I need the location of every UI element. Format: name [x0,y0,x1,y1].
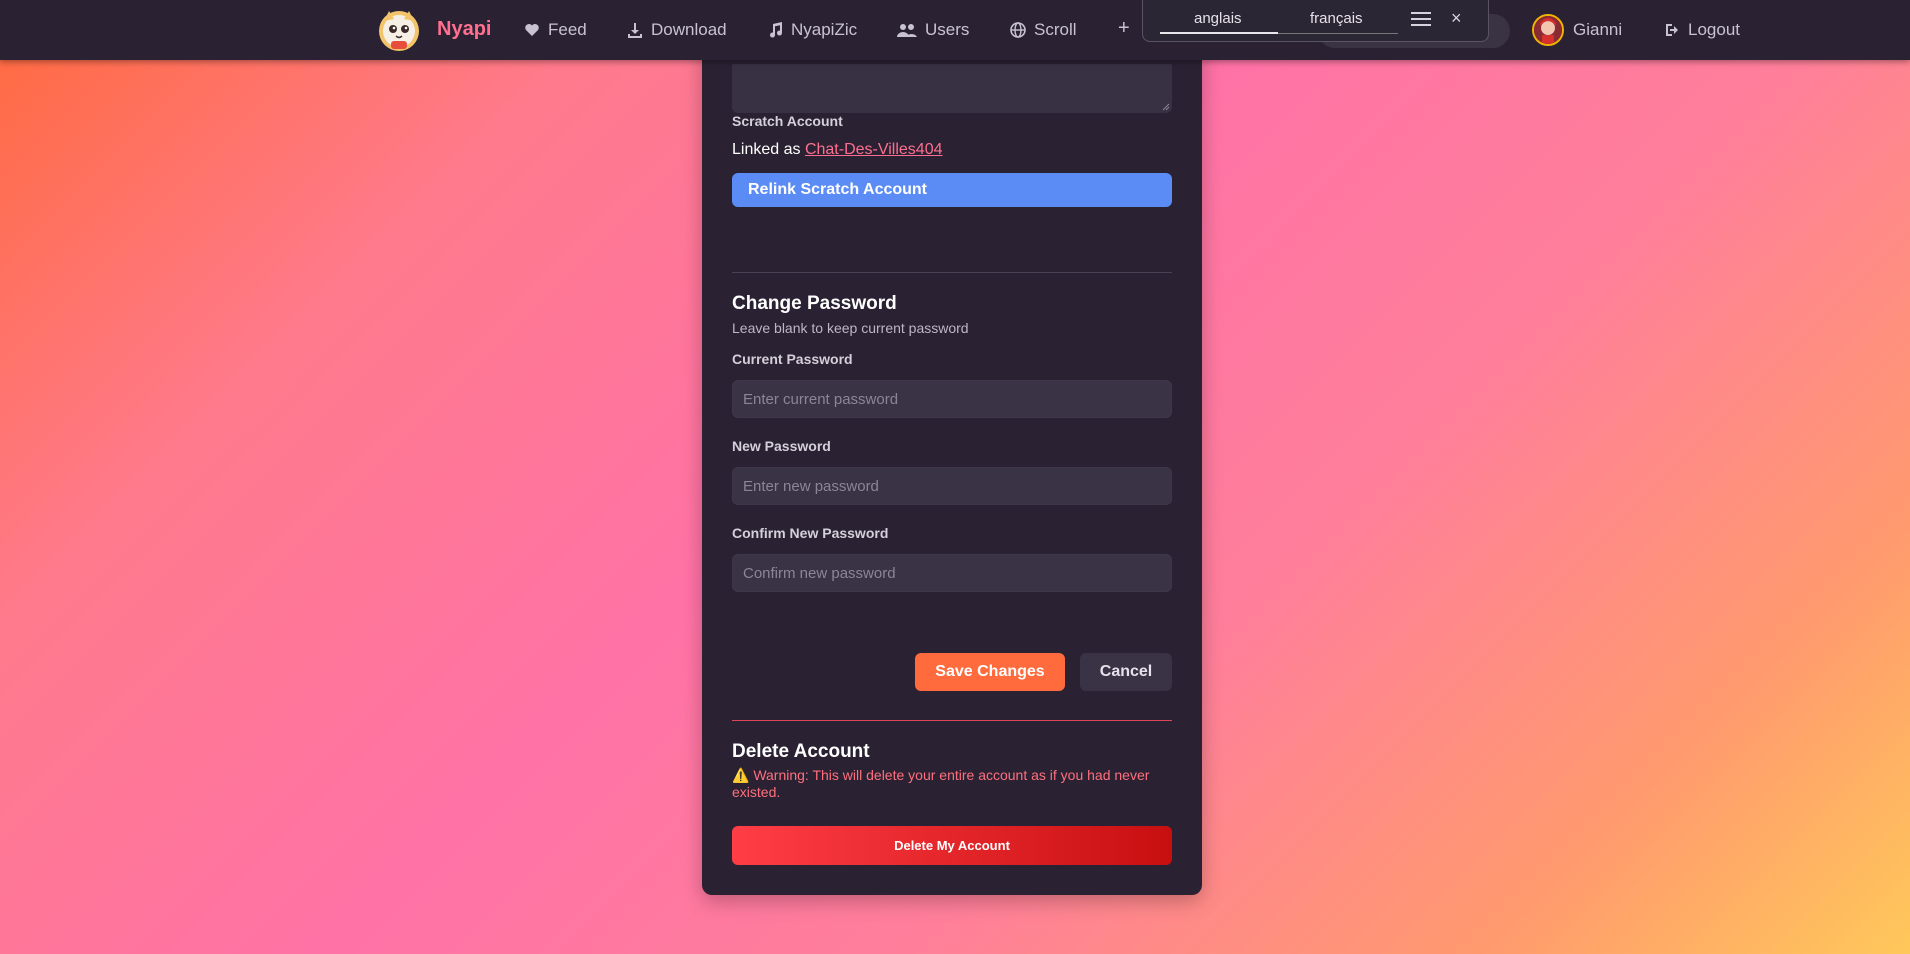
nav-feed-label: Feed [548,20,587,39]
top-navbar: Nyapi Feed Download NyapiZic Users Scrol… [0,0,1910,60]
brand-name[interactable]: Nyapi [437,18,491,41]
scratch-profile-link[interactable]: Chat-Des-Villes404 [805,141,943,158]
nav-feed[interactable]: Feed [524,20,587,40]
nav-scroll[interactable]: Scroll [1010,20,1077,40]
linked-prefix: Linked as [732,141,805,158]
new-password-input[interactable] [732,467,1172,505]
nav-nyapizic-label: NyapiZic [791,20,858,39]
download-icon [628,23,642,38]
logout-link[interactable]: Logout [1664,20,1740,40]
delete-warning: ⚠️ Warning: This will delete your entire… [732,767,1150,800]
new-password-label: New Password [732,438,831,454]
nav-download[interactable]: Download [627,20,727,40]
change-password-title: Change Password [732,293,897,314]
heart-icon [525,24,539,36]
source-lang-tab[interactable]: anglais [1194,10,1242,27]
relink-scratch-button[interactable]: Relink Scratch Account [732,173,1172,207]
nav-users[interactable]: Users [897,20,969,40]
save-changes-button[interactable]: Save Changes [915,653,1065,691]
nav-nyapizic[interactable]: NyapiZic [767,20,857,40]
delete-account-button[interactable]: Delete My Account [732,826,1172,865]
section-divider [732,272,1172,273]
change-password-hint: Leave blank to keep current password [732,320,969,336]
avatar[interactable] [1532,14,1564,46]
tab-divider [1278,33,1398,34]
danger-divider [732,720,1172,721]
music-icon [770,22,783,38]
confirm-password-label: Confirm New Password [732,525,889,541]
scratch-account-label: Scratch Account [732,113,843,129]
nav-users-label: Users [925,20,970,39]
confirm-password-input[interactable] [732,554,1172,592]
scratch-linked-text: Linked as Chat-Des-Villes404 [732,141,942,159]
add-icon[interactable]: + [1118,17,1130,40]
current-password-input[interactable] [732,380,1172,418]
target-lang-tab[interactable]: français [1310,10,1363,27]
menu-icon[interactable] [1411,9,1433,29]
globe-icon [1010,22,1026,38]
current-password-label: Current Password [732,351,853,367]
bio-textarea[interactable] [732,64,1172,113]
logout-label: Logout [1688,20,1740,39]
translate-popup: anglais français × [1142,0,1489,42]
nav-scroll-label: Scroll [1034,20,1077,39]
delete-account-title: Delete Account [732,741,870,762]
cancel-button[interactable]: Cancel [1080,653,1172,691]
nyapi-logo[interactable] [376,7,422,53]
settings-card: Scratch Account Linked as Chat-Des-Ville… [702,40,1202,895]
nav-download-label: Download [651,20,727,39]
user-name[interactable]: Gianni [1573,20,1622,40]
users-icon [897,24,917,37]
logout-icon [1666,24,1678,36]
resize-grip-icon[interactable] [1162,103,1170,111]
close-icon[interactable]: × [1451,8,1462,29]
active-tab-indicator [1160,32,1278,34]
